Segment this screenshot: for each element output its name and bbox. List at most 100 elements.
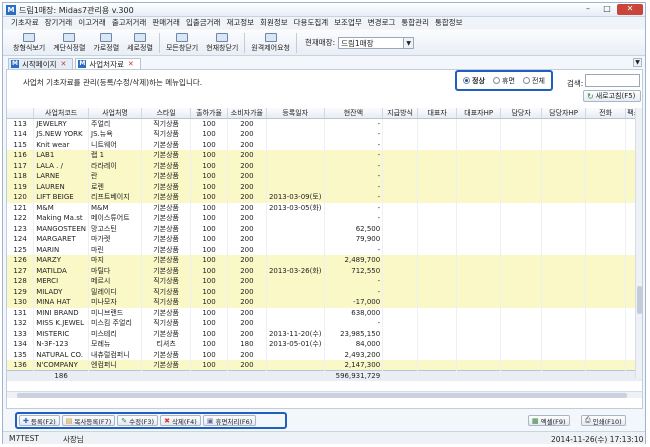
table-row[interactable]: 119 LAUREN 로렌 기본상품 100 200 - bbox=[7, 181, 642, 192]
toolbar-button[interactable]: 현재창닫기 bbox=[202, 32, 242, 53]
table-row[interactable]: 133 MISTERIC 미스테리 기본상품 100 200 2013-11-20(수) 23… bbox=[7, 328, 642, 339]
delete-x-button[interactable]: ✖ 삭제(F4) bbox=[160, 415, 201, 426]
toolbar-button[interactable]: 창형식보기 bbox=[9, 32, 49, 53]
column-header[interactable]: 전화 bbox=[585, 108, 627, 119]
archive-button[interactable]: ▣ 휴면처리(F6) bbox=[202, 415, 257, 426]
column-header[interactable] bbox=[7, 108, 35, 119]
table-cell: 100 bbox=[190, 276, 228, 287]
table-row[interactable]: 127 MATILDA 마틸다 기본상품 100 200 2013-03-26(화) 712,… bbox=[7, 265, 642, 276]
toolbar-button[interactable]: 모든창닫기 bbox=[162, 32, 202, 53]
column-header[interactable]: 출하가율 bbox=[190, 108, 228, 119]
table-row[interactable]: 124 MARGARET 마가렛 기본상품 100 200 79,900 bbox=[7, 234, 642, 245]
table-row[interactable]: 116 LAB1 랩 1 기본상품 100 200 - bbox=[7, 150, 642, 161]
toolbar-button[interactable]: 세로정렬 bbox=[123, 32, 157, 53]
menu-item[interactable]: 변경로그 bbox=[368, 17, 396, 29]
table-cell: MINA HAT bbox=[33, 297, 90, 308]
toolbar-button[interactable]: 원격제어요청 bbox=[247, 32, 294, 53]
current-shop-select[interactable]: 드림1매장 ▼ bbox=[338, 36, 415, 49]
status-radio-option[interactable]: 정상 bbox=[463, 76, 485, 86]
menu-item[interactable]: 기초자료 bbox=[11, 17, 39, 29]
column-header[interactable]: 현잔액 bbox=[324, 108, 384, 119]
table-row[interactable]: 117 LALA . / 라라레이 기본상품 100 200 - bbox=[7, 160, 642, 171]
status-radio-option[interactable]: 휴면 bbox=[493, 76, 515, 86]
column-header[interactable]: 대표자 bbox=[417, 108, 458, 119]
table-row[interactable]: 113 JEWELRY 주얼리 직기상품 100 200 - bbox=[7, 118, 642, 129]
table-row[interactable]: 115 Knit wear 니트웨어 기본상품 100 200 - bbox=[7, 139, 642, 150]
table-cell: - bbox=[324, 213, 384, 224]
excel-button[interactable]: ▦ 엑셀(F9) bbox=[528, 415, 570, 426]
table-cell: 200 bbox=[227, 360, 267, 371]
table-row[interactable]: 129 MILADY 밀레이디 직기상품 100 200 - bbox=[7, 286, 642, 297]
column-header[interactable]: 등록일자 bbox=[266, 108, 325, 119]
column-header[interactable]: 대표자HP bbox=[456, 108, 502, 119]
column-header[interactable]: 소비자가율 bbox=[227, 108, 267, 119]
table-cell bbox=[541, 339, 587, 350]
copy-button[interactable]: ▤ 복사등록(F7) bbox=[61, 415, 116, 426]
tab-start-page[interactable]: M 시작페이지 ✕ bbox=[8, 58, 74, 69]
table-cell: 라라레이 bbox=[88, 160, 142, 171]
menu-item[interactable]: 통합정보 bbox=[435, 17, 463, 29]
menu-item[interactable]: 다용도집계 bbox=[294, 17, 329, 29]
status-bar: M7TEST 사장님 2014-11-26(수) 17:13:10 bbox=[3, 431, 645, 444]
table-row[interactable]: 121 M&M M&M 기본상품 100 200 2013-03-05(화) - bbox=[7, 202, 642, 213]
table-cell: 100 bbox=[190, 265, 228, 276]
column-header[interactable]: 담당자HP bbox=[541, 108, 587, 119]
maximize-icon[interactable]: □ bbox=[598, 4, 616, 15]
status-radio-option[interactable]: 전체 bbox=[523, 76, 545, 86]
tab-list-icon[interactable]: ▼ bbox=[633, 58, 642, 67]
close-icon[interactable]: ✕ bbox=[128, 60, 134, 68]
close-icon[interactable]: ✕ bbox=[617, 4, 643, 15]
table-row[interactable]: 135 NATURAL CO. 내츄럴컴퍼니 기본상품 100 200 2,493,200 bbox=[7, 349, 642, 360]
table-cell bbox=[456, 328, 502, 339]
table-cell: 100 bbox=[190, 360, 228, 371]
table-cell: 200 bbox=[227, 286, 267, 297]
horizontal-scrollbar[interactable] bbox=[7, 391, 642, 398]
table-cell bbox=[417, 160, 458, 171]
table-row[interactable]: 132 MISS K.JEWEL 미스킴 주얼리 직기상품 100 200 - bbox=[7, 318, 642, 329]
minimize-icon[interactable]: – bbox=[579, 4, 597, 15]
menu-item[interactable]: 통합관리 bbox=[401, 17, 429, 29]
table-cell bbox=[417, 223, 458, 234]
table-row[interactable]: 130 MINA HAT 미나모자 직기상품 100 200 -17,000 bbox=[7, 297, 642, 308]
column-header[interactable]: 스타일 bbox=[141, 108, 192, 119]
table-cell: 란 bbox=[88, 171, 142, 182]
table-cell: MARGARET bbox=[33, 234, 90, 245]
menu-item[interactable]: 재고정보 bbox=[226, 17, 254, 29]
status-user: 사장님 bbox=[63, 435, 84, 444]
plus-button[interactable]: ✚ 등록(F2) bbox=[19, 415, 60, 426]
menu-item[interactable]: 이고거래 bbox=[78, 17, 106, 29]
search-input[interactable] bbox=[585, 74, 640, 87]
scroll-thumb[interactable] bbox=[17, 393, 627, 398]
scroll-thumb[interactable] bbox=[637, 286, 642, 314]
table-row[interactable]: 131 MINI BRAND 미니브랜드 기본상품 100 200 638,000 bbox=[7, 307, 642, 318]
menu-item[interactable]: 출고저거래 bbox=[112, 17, 147, 29]
menu-item[interactable]: 장기거래 bbox=[45, 17, 73, 29]
table-row[interactable]: 120 LIFT BEIGE 리프트베이지 기본상품 100 200 2013-03-09(… bbox=[7, 192, 642, 203]
table-row[interactable]: 123 MANGOSTEEN 망고스틴 기본상품 100 200 62,500 bbox=[7, 223, 642, 234]
column-header[interactable]: 담당자 bbox=[500, 108, 543, 119]
table-row[interactable]: 134 N-3F-123 모례뉴 티셔츠 100 180 2013-05-01(수) 84,0… bbox=[7, 339, 642, 350]
print-button[interactable]: ⎙ 인쇄(F10) bbox=[581, 415, 626, 426]
refresh-button[interactable]: ↻ 새로고침(F5) bbox=[583, 90, 641, 102]
table-row[interactable]: 114 JS.NEW YORK JS.뉴욕 직기상품 100 200 - bbox=[7, 129, 642, 140]
table-row[interactable]: 126 MARZY 마지 기본상품 100 200 2,489,700 bbox=[7, 255, 642, 266]
table-row[interactable]: 136 N'COMPANY 엔컴퍼니 기본상품 100 200 2,147,300 bbox=[7, 360, 642, 371]
toolbar-button[interactable]: 계단식정렬 bbox=[49, 32, 89, 53]
close-icon[interactable]: ✕ bbox=[61, 60, 67, 68]
table-row[interactable]: 118 LARNE 란 기본상품 100 200 - bbox=[7, 171, 642, 182]
column-header[interactable]: 사업처코드 bbox=[33, 108, 90, 119]
menu-item[interactable]: 판매거래 bbox=[152, 17, 180, 29]
pencil-button[interactable]: ✎ 수정(F3) bbox=[117, 415, 159, 426]
menu-item[interactable]: 보조업무 bbox=[334, 17, 362, 29]
table-row[interactable]: 122 Making Ma.st 메이스튜어트 기본상품 100 200 - bbox=[7, 213, 642, 224]
table-cell: 기본상품 bbox=[141, 244, 192, 255]
table-row[interactable]: 128 MERCI 메르시 직기상품 100 200 - bbox=[7, 276, 642, 287]
menu-item[interactable]: 입출금거래 bbox=[186, 17, 221, 29]
tab-partner-data[interactable]: M 사업처자료 ✕ bbox=[75, 58, 141, 69]
column-header[interactable]: 지급방식 bbox=[382, 108, 418, 119]
table-row[interactable]: 125 MARIN 마린 기본상품 100 200 - bbox=[7, 244, 642, 255]
menu-item[interactable]: 회원정보 bbox=[260, 17, 288, 29]
column-header[interactable]: 사업처명 bbox=[88, 108, 142, 119]
toolbar-button[interactable]: 가로정렬 bbox=[89, 32, 123, 53]
vertical-scrollbar[interactable] bbox=[635, 108, 642, 378]
